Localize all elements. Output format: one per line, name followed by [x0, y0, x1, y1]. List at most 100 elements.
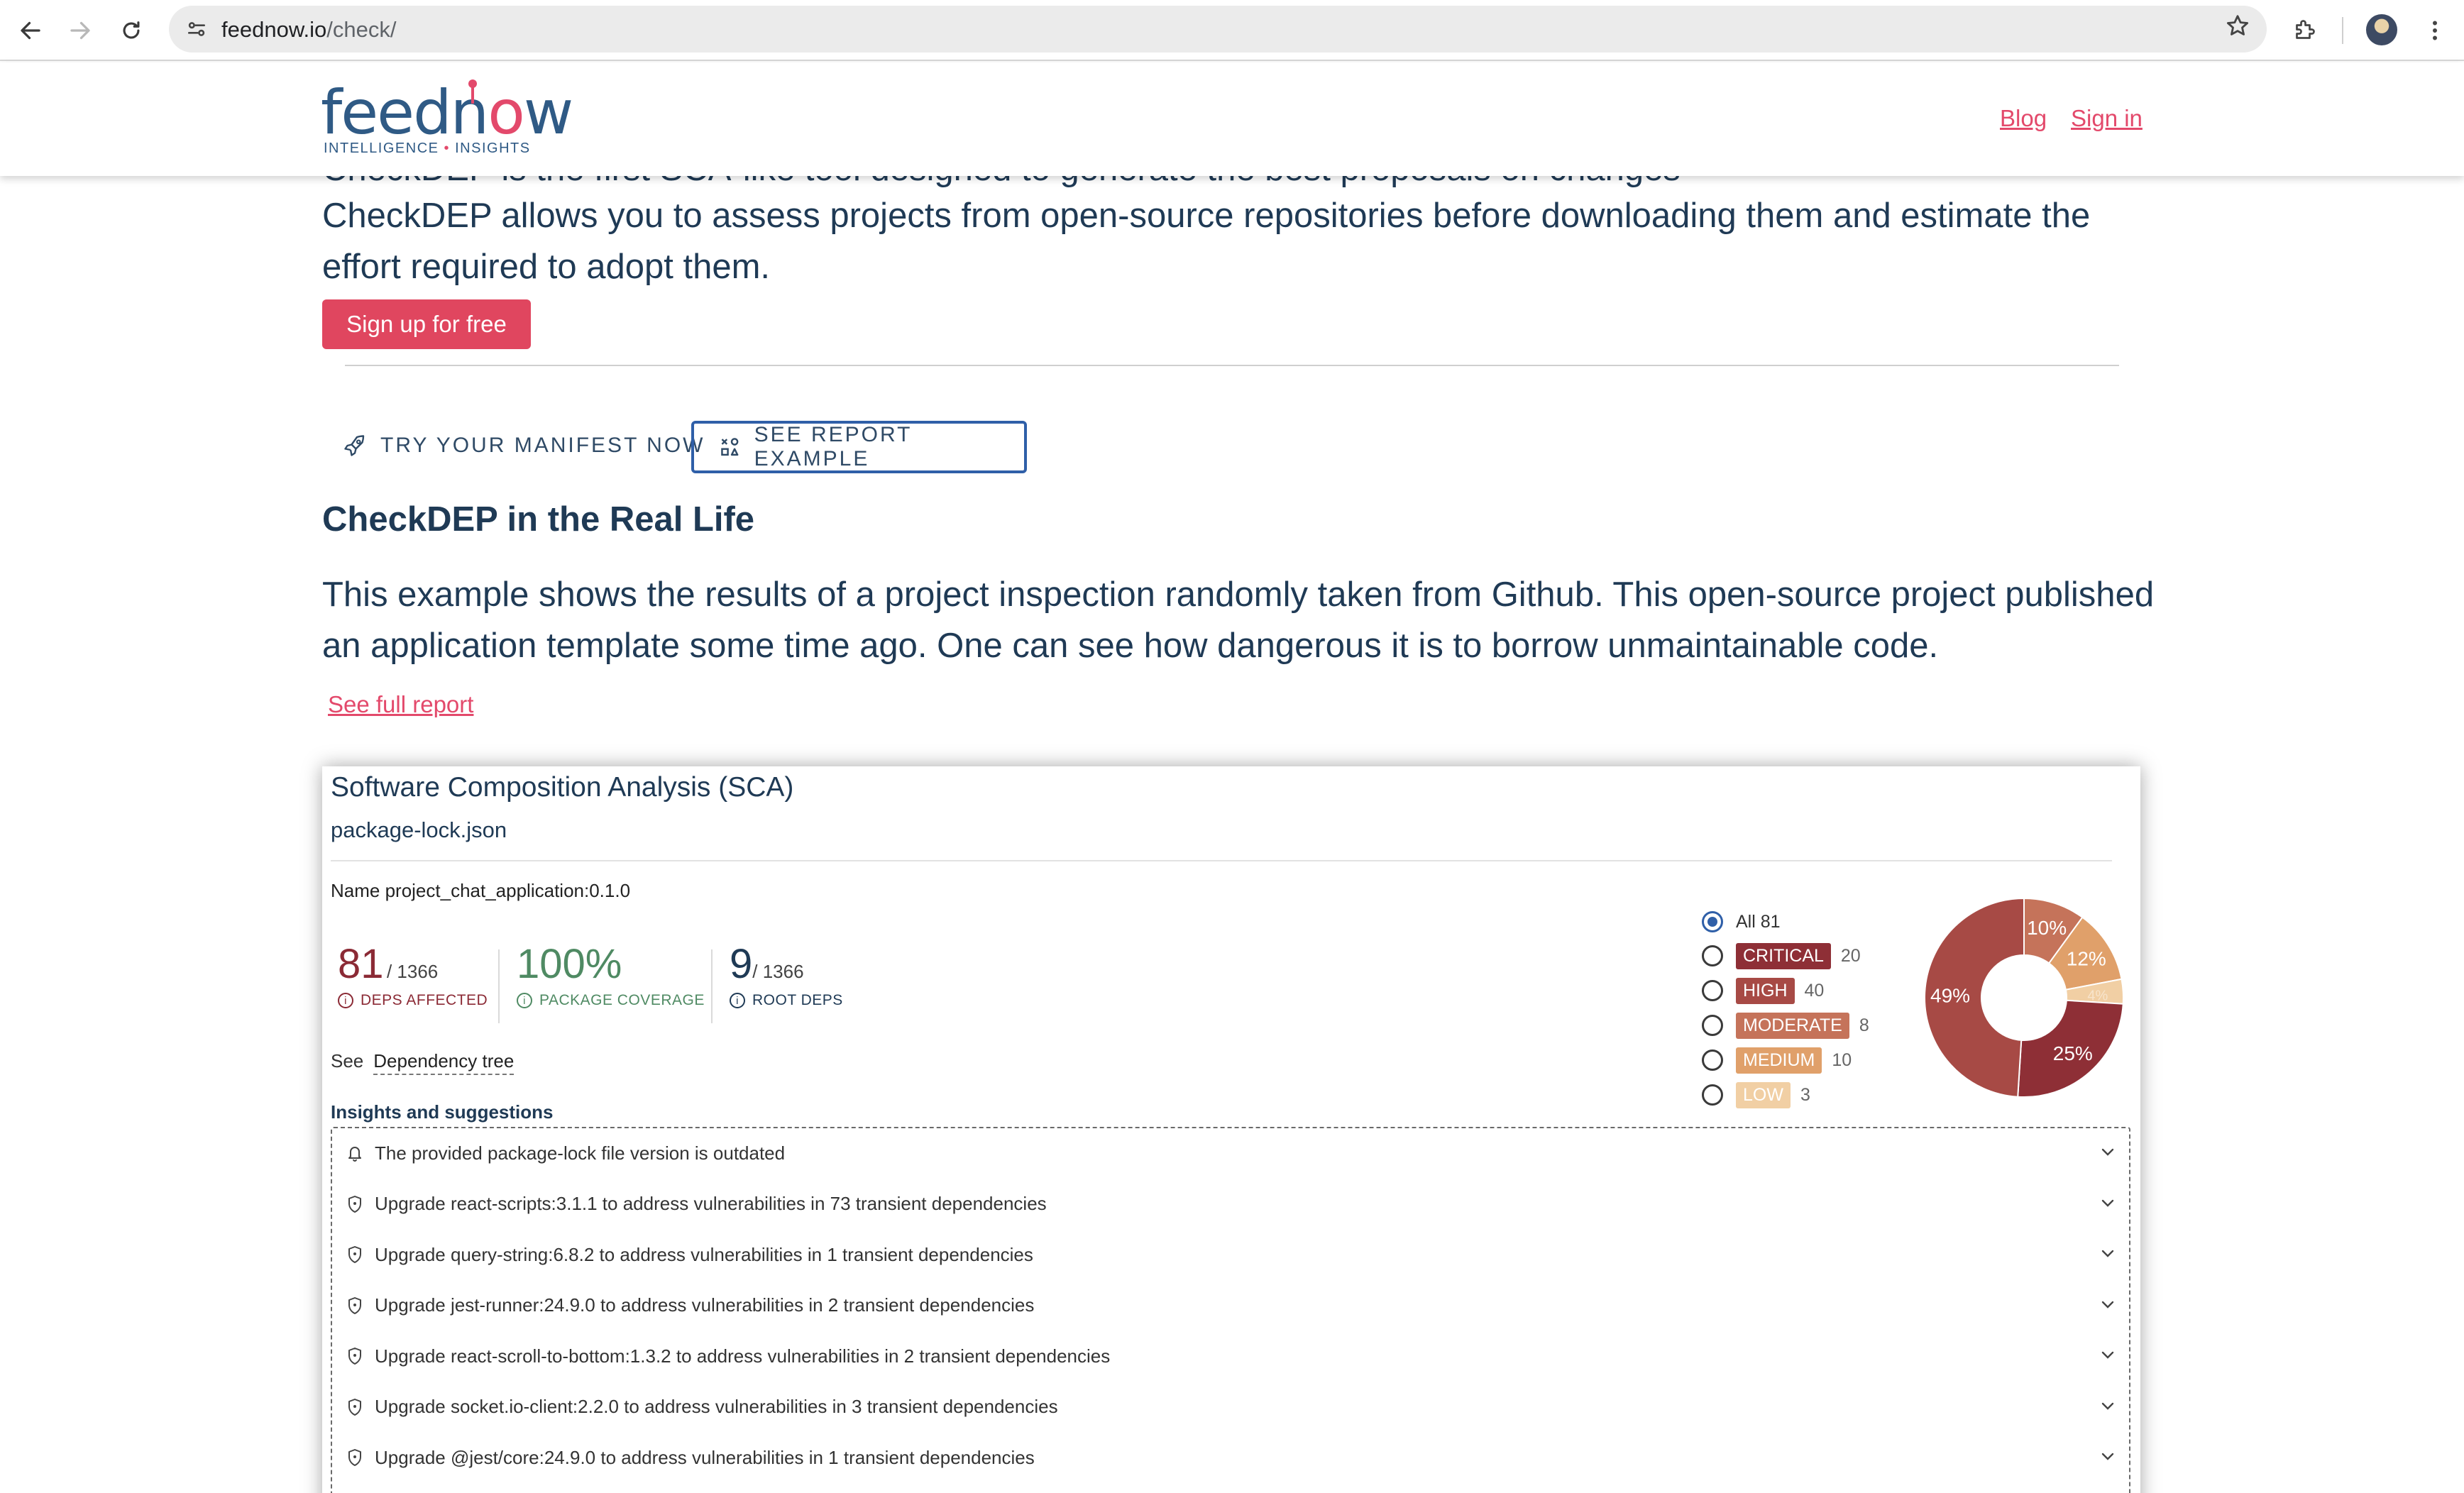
insights-title: Insights and suggestions: [331, 1101, 554, 1123]
chevron-down-icon[interactable]: [2099, 1195, 2116, 1212]
site-header: feednow INTELLIGENCE • INSIGHTS Blog Sig…: [0, 62, 2464, 176]
severity-option-all[interactable]: All 81: [1702, 905, 1781, 938]
pie-label-critical: 25%: [2053, 1042, 2093, 1064]
metric-label: i DEPS AFFECTED: [338, 992, 488, 1009]
metric-value: 9: [730, 941, 753, 987]
dependency-tree-link[interactable]: Dependency tree: [373, 1050, 515, 1075]
sca-divider: [331, 860, 2112, 861]
logo-wordmark: feednow: [321, 77, 573, 148]
chevron-down-icon[interactable]: [2099, 1347, 2116, 1364]
radio[interactable]: [1702, 945, 1723, 966]
severity-count: 40: [1804, 980, 1825, 1001]
main-content: CheckDEP is the first SCA-like tool desi…: [0, 176, 2464, 1493]
severity-option-low[interactable]: LOW 3: [1702, 1079, 1810, 1111]
severity-option-high[interactable]: HIGH 40: [1702, 974, 1824, 1007]
insight-item[interactable]: Upgrade query-string:6.8.2 to address vu…: [332, 1230, 2129, 1279]
chevron-down-icon[interactable]: [2099, 1245, 2116, 1262]
pie-label-high: 49%: [1930, 985, 1970, 1007]
pie-label-moderate: 10%: [2027, 917, 2067, 939]
section-divider: [345, 365, 2119, 366]
sign-in-link[interactable]: Sign in: [2071, 105, 2143, 132]
chevron-down-icon[interactable]: [2099, 1296, 2116, 1313]
chevron-down-icon[interactable]: [2099, 1448, 2116, 1465]
insight-text: Upgrade socket.io-client:2.2.0 to addres…: [375, 1396, 1058, 1417]
extensions-puzzle-icon[interactable]: [2285, 11, 2323, 50]
severity-option-medium[interactable]: MEDIUM 10: [1702, 1044, 1852, 1076]
shield-icon: [345, 1296, 365, 1315]
forward-arrow-icon[interactable]: [62, 13, 98, 48]
reload-icon[interactable]: [114, 13, 149, 48]
sca-report-card: Software Composition Analysis (SCA) pack…: [322, 766, 2140, 1493]
tab-example-label: SEE REPORT EXAMPLE: [754, 423, 912, 470]
radio[interactable]: [1702, 980, 1723, 1001]
pie-label-medium: 12%: [2067, 947, 2106, 969]
severity-count: 8: [1859, 1015, 1869, 1035]
intro-partial-line: CheckDEP is the first SCA-like tool desi…: [322, 176, 1681, 189]
severity-badge: LOW: [1736, 1081, 1791, 1108]
more-menu-icon[interactable]: [2416, 11, 2454, 50]
blog-link[interactable]: Blog: [2000, 105, 2047, 132]
profile-avatar[interactable]: [2366, 14, 2397, 45]
metric-value: 100%: [517, 941, 622, 987]
feednow-logo[interactable]: feednow INTELLIGENCE • INSIGHTS: [321, 79, 573, 160]
tab-try-manifest[interactable]: TRY YOUR MANIFEST NOW: [342, 422, 705, 470]
insight-item[interactable]: The provided package-lock file version i…: [332, 1128, 2129, 1178]
insights-list: The provided package-lock file version i…: [331, 1127, 2130, 1493]
insight-item[interactable]: Upgrade socket.io-client:2.2.0 to addres…: [332, 1382, 2129, 1432]
address-bar[interactable]: feednow.io/check/: [169, 6, 2267, 53]
example-paragraph: This example shows the results of a proj…: [322, 575, 2155, 665]
severity-badge: CRITICAL: [1736, 942, 1831, 969]
insight-text: Upgrade react-scroll-to-bottom:1.3.2 to …: [375, 1345, 1111, 1367]
severity-badge: HIGH: [1736, 977, 1795, 1004]
radio[interactable]: [1702, 1015, 1723, 1036]
metric-label: i PACKAGE COVERAGE: [517, 992, 705, 1009]
metric-deps-affected: 81 / 1366 i DEPS AFFECTED: [338, 944, 488, 1036]
see-full-report-link[interactable]: See full report: [328, 691, 473, 718]
metric-label: i ROOT DEPS: [730, 992, 843, 1009]
radio[interactable]: [1702, 1049, 1723, 1071]
radio-checked[interactable]: [1702, 911, 1723, 932]
intro-paragraph: CheckDEP allows you to assess projects f…: [322, 197, 2091, 286]
insight-text: Upgrade query-string:6.8.2 to address vu…: [375, 1243, 1033, 1265]
metric-package-coverage: 100% i PACKAGE COVERAGE: [517, 944, 705, 1036]
info-icon[interactable]: i: [338, 993, 353, 1008]
see-label: See: [331, 1050, 364, 1071]
bookmark-star-icon[interactable]: [2224, 13, 2251, 47]
sca-title: Software Composition Analysis (SCA): [331, 772, 794, 803]
metric-separator: [498, 949, 500, 1023]
metric-total: / 1366: [752, 961, 804, 982]
severity-donut-chart: 10%12%4%25%49%: [1924, 897, 2124, 1098]
sign-up-button[interactable]: Sign up for free: [322, 299, 531, 349]
metric-total: / 1366: [386, 961, 439, 982]
insight-text: Upgrade @jest/core:24.9.0 to address vul…: [375, 1446, 1035, 1468]
severity-badge: MODERATE: [1736, 1012, 1849, 1039]
severity-option-critical[interactable]: CRITICAL 20: [1702, 940, 1861, 972]
shield-icon: [345, 1195, 365, 1213]
back-arrow-icon[interactable]: [13, 13, 48, 48]
insight-item[interactable]: Upgrade jest-runner:24.9.0 to address vu…: [332, 1281, 2129, 1331]
severity-option-moderate[interactable]: MODERATE 8: [1702, 1009, 1869, 1042]
insight-text: Upgrade jest-runner:24.9.0 to address vu…: [375, 1294, 1035, 1316]
info-icon[interactable]: i: [730, 993, 745, 1008]
severity-count: 10: [1832, 1049, 1852, 1070]
browser-toolbar: feednow.io/check/: [0, 0, 2464, 61]
info-icon[interactable]: i: [517, 993, 532, 1008]
dependency-tree-row: See Dependency tree: [331, 1050, 515, 1075]
insight-item[interactable]: Upgrade react-scripts:3.1.1 to address v…: [332, 1179, 2129, 1229]
severity-all-label: All 81: [1736, 911, 1781, 932]
insight-item[interactable]: Upgrade react-scroll-to-bottom:1.3.2 to …: [332, 1331, 2129, 1381]
shield-icon: [345, 1398, 365, 1416]
report-grid-icon: [721, 438, 739, 456]
bell-icon: [345, 1144, 365, 1162]
chevron-down-icon[interactable]: [2099, 1144, 2116, 1161]
insight-item[interactable]: Upgrade @jest/core:24.9.0 to address vul…: [332, 1433, 2129, 1482]
radio[interactable]: [1702, 1084, 1723, 1106]
metric-separator: [711, 949, 713, 1023]
chevron-down-icon[interactable]: [2099, 1398, 2116, 1415]
shield-icon: [345, 1245, 365, 1264]
url-path: /check/: [326, 17, 397, 42]
toolbar-divider: [2342, 17, 2343, 44]
insight-text: Upgrade react-scripts:3.1.1 to address v…: [375, 1193, 1047, 1214]
site-settings-icon[interactable]: [182, 14, 211, 44]
tab-see-report-example[interactable]: SEE REPORT EXAMPLE: [691, 421, 1027, 473]
